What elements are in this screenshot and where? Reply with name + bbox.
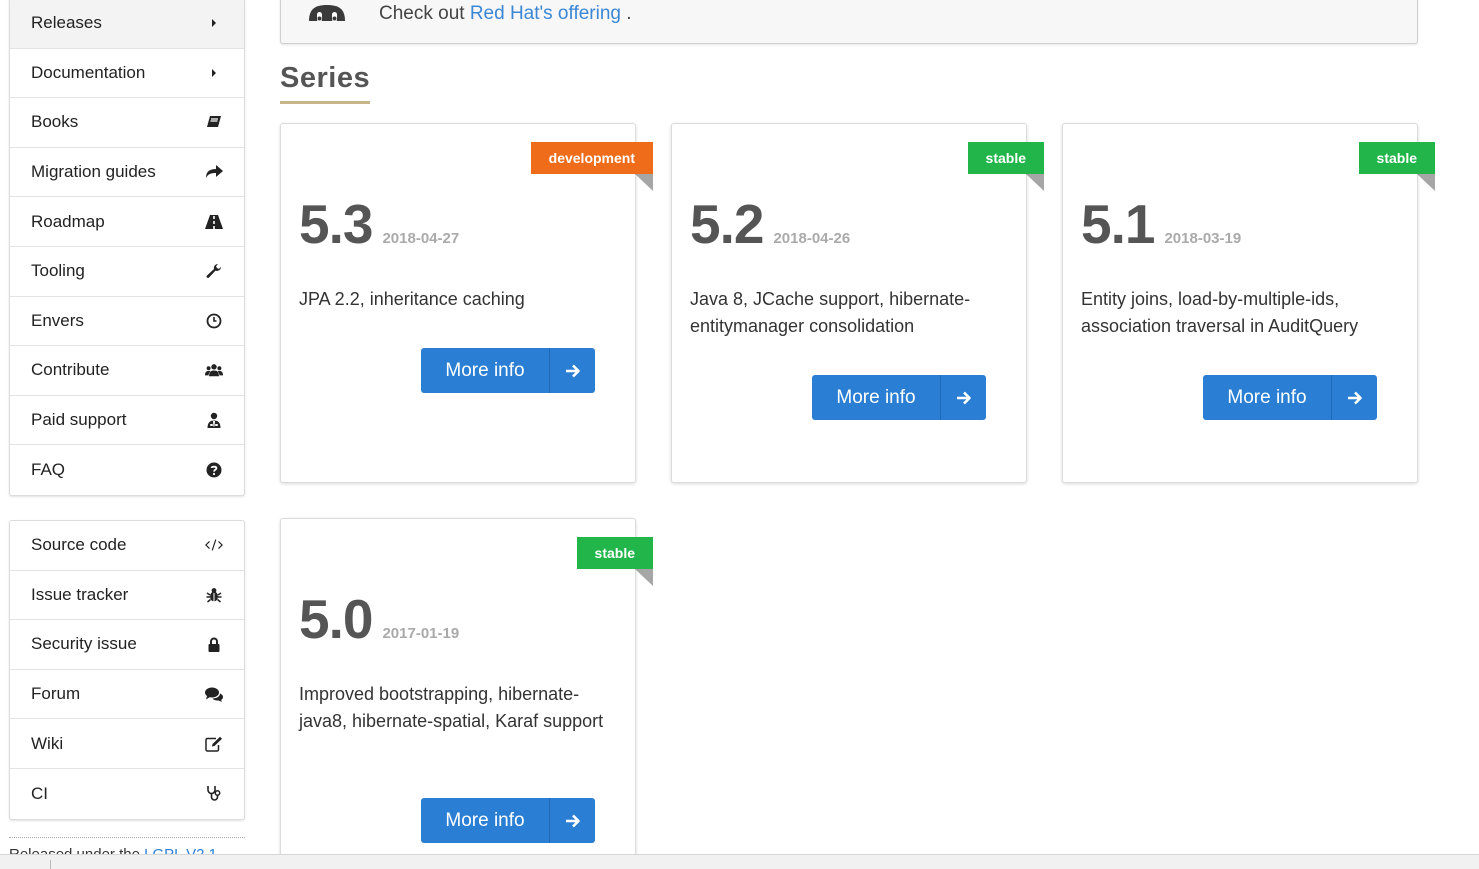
- version-header: 5.1 2018-03-19: [1081, 192, 1241, 256]
- sidebar-item-label: Tooling: [31, 261, 85, 281]
- code-icon: [205, 538, 223, 552]
- release-date: 2017-01-19: [382, 625, 460, 642]
- sidebar-item-label: Forum: [31, 684, 81, 704]
- sidebar-item-label: Security issue: [31, 634, 137, 654]
- sidebar-item-security-issue[interactable]: Security issue: [10, 620, 244, 670]
- lock-icon: [205, 637, 223, 652]
- sidebar-item-label: Paid support: [31, 410, 127, 430]
- status-badge: stable: [576, 537, 654, 586]
- version-number: 5.1: [1081, 193, 1155, 255]
- page-title: Series: [280, 62, 371, 104]
- more-info-button[interactable]: More info: [1203, 375, 1377, 420]
- more-info-button[interactable]: More info: [421, 348, 595, 393]
- arrow-right-icon: [549, 348, 595, 393]
- sidebar-item-faq[interactable]: FAQ: [10, 445, 244, 495]
- book-icon: [205, 115, 223, 129]
- sidebar-item-tooling[interactable]: Tooling: [10, 247, 244, 297]
- caret-right-icon: [205, 67, 223, 79]
- sidebar-item-label: Wiki: [31, 733, 64, 753]
- bug-icon: [205, 587, 223, 603]
- notice-suffix: .: [626, 3, 632, 24]
- sidebar-item-issue-tracker[interactable]: Issue tracker: [10, 571, 244, 621]
- status-badge: development: [530, 142, 654, 191]
- button-label: More info: [1227, 386, 1307, 408]
- series-card: stable 5.1 2018-03-19 Entity joins, load…: [1062, 123, 1436, 483]
- series-card: stable 5.0 2017-01-19 Improved bootstrap…: [280, 518, 654, 869]
- sidebar-item-label: Source code: [31, 535, 127, 555]
- redhat-offering-link[interactable]: Red Hat's offering: [470, 3, 621, 24]
- sidebar-item-label: Issue tracker: [31, 584, 129, 604]
- question-circle-icon: [205, 462, 223, 478]
- sidebar-item-label: Roadmap: [31, 211, 105, 231]
- version-header: 5.2 2018-04-26: [690, 192, 850, 256]
- users-icon: [205, 362, 223, 378]
- redhat-notice: Check out Red Hat's offering .: [280, 0, 1418, 44]
- road-icon: [205, 214, 223, 229]
- sidebar-item-label: FAQ: [31, 460, 66, 480]
- more-info-button[interactable]: More info: [812, 375, 986, 420]
- notice-prefix: Check out: [379, 3, 465, 24]
- caret-right-icon: [205, 17, 223, 29]
- series-description: Entity joins, load-by-multiple-ids, asso…: [1081, 289, 1359, 336]
- wrench-icon: [205, 263, 223, 279]
- button-label: More info: [445, 809, 525, 831]
- arrow-right-icon: [940, 375, 986, 420]
- sidebar-item-label: Migration guides: [31, 162, 156, 182]
- sidebar-item-label: Envers: [31, 310, 84, 330]
- stethoscope-icon: [205, 785, 223, 802]
- series-description: JPA 2.2, inheritance caching: [299, 289, 525, 309]
- secondary-navigation-menu: Source code Issue tracker Security issue…: [9, 520, 245, 820]
- sidebar-item-documentation[interactable]: Documentation: [10, 49, 244, 99]
- release-date: 2018-03-19: [1164, 230, 1242, 247]
- sidebar-item-releases[interactable]: Releases: [10, 0, 244, 49]
- horizontal-scrollbar[interactable]: [0, 854, 1479, 869]
- main-navigation-menu: Releases Documentation Books Migration g…: [9, 0, 245, 496]
- notice-text: Check out Red Hat's offering .: [379, 3, 632, 25]
- sidebar-item-label: Contribute: [31, 360, 110, 380]
- comments-icon: [205, 687, 223, 702]
- sidebar-divider: [9, 837, 245, 838]
- sidebar-item-ci[interactable]: CI: [10, 769, 244, 819]
- sidebar-item-forum[interactable]: Forum: [10, 670, 244, 720]
- sidebar-item-label: CI: [31, 783, 48, 803]
- sidebar-item-books[interactable]: Books: [10, 98, 244, 148]
- arrow-right-icon: [549, 798, 595, 843]
- share-arrow-icon: [205, 165, 223, 179]
- scrollbar-divider: [50, 860, 51, 869]
- series-description: Improved bootstrapping, hibernate-java8,…: [299, 684, 604, 731]
- button-label: More info: [836, 386, 916, 408]
- sidebar-item-migration-guides[interactable]: Migration guides: [10, 148, 244, 198]
- version-number: 5.0: [299, 588, 373, 650]
- series-description: Java 8, JCache support, hibernate-entity…: [690, 289, 971, 336]
- status-badge: stable: [1358, 142, 1436, 191]
- series-card: development 5.3 2018-04-27 JPA 2.2, inhe…: [280, 123, 654, 483]
- release-date: 2018-04-27: [382, 230, 460, 247]
- edit-icon: [205, 736, 223, 752]
- sidebar-item-paid-support[interactable]: Paid support: [10, 396, 244, 446]
- sidebar-item-envers[interactable]: Envers: [10, 297, 244, 347]
- sidebar-item-label: Books: [31, 112, 79, 132]
- button-label: More info: [445, 359, 525, 381]
- arrow-right-icon: [1331, 375, 1377, 420]
- release-date: 2018-04-26: [773, 230, 851, 247]
- series-card: stable 5.2 2018-04-26 Java 8, JCache sup…: [671, 123, 1045, 483]
- more-info-button[interactable]: More info: [421, 798, 595, 843]
- version-header: 5.3 2018-04-27: [299, 192, 459, 256]
- sidebar-item-label: Documentation: [31, 62, 146, 82]
- sidebar-item-roadmap[interactable]: Roadmap: [10, 197, 244, 247]
- version-number: 5.2: [690, 193, 764, 255]
- version-number: 5.3: [299, 193, 373, 255]
- status-badge: stable: [967, 142, 1045, 191]
- version-header: 5.0 2017-01-19: [299, 587, 459, 651]
- sidebar-item-source-code[interactable]: Source code: [10, 521, 244, 571]
- sidebar-item-wiki[interactable]: Wiki: [10, 719, 244, 769]
- clock-icon: [205, 313, 223, 329]
- user-tie-icon: [205, 412, 223, 429]
- sidebar-item-contribute[interactable]: Contribute: [10, 346, 244, 396]
- sidebar-item-label: Releases: [31, 13, 102, 33]
- redhat-logo-icon: [305, 0, 349, 34]
